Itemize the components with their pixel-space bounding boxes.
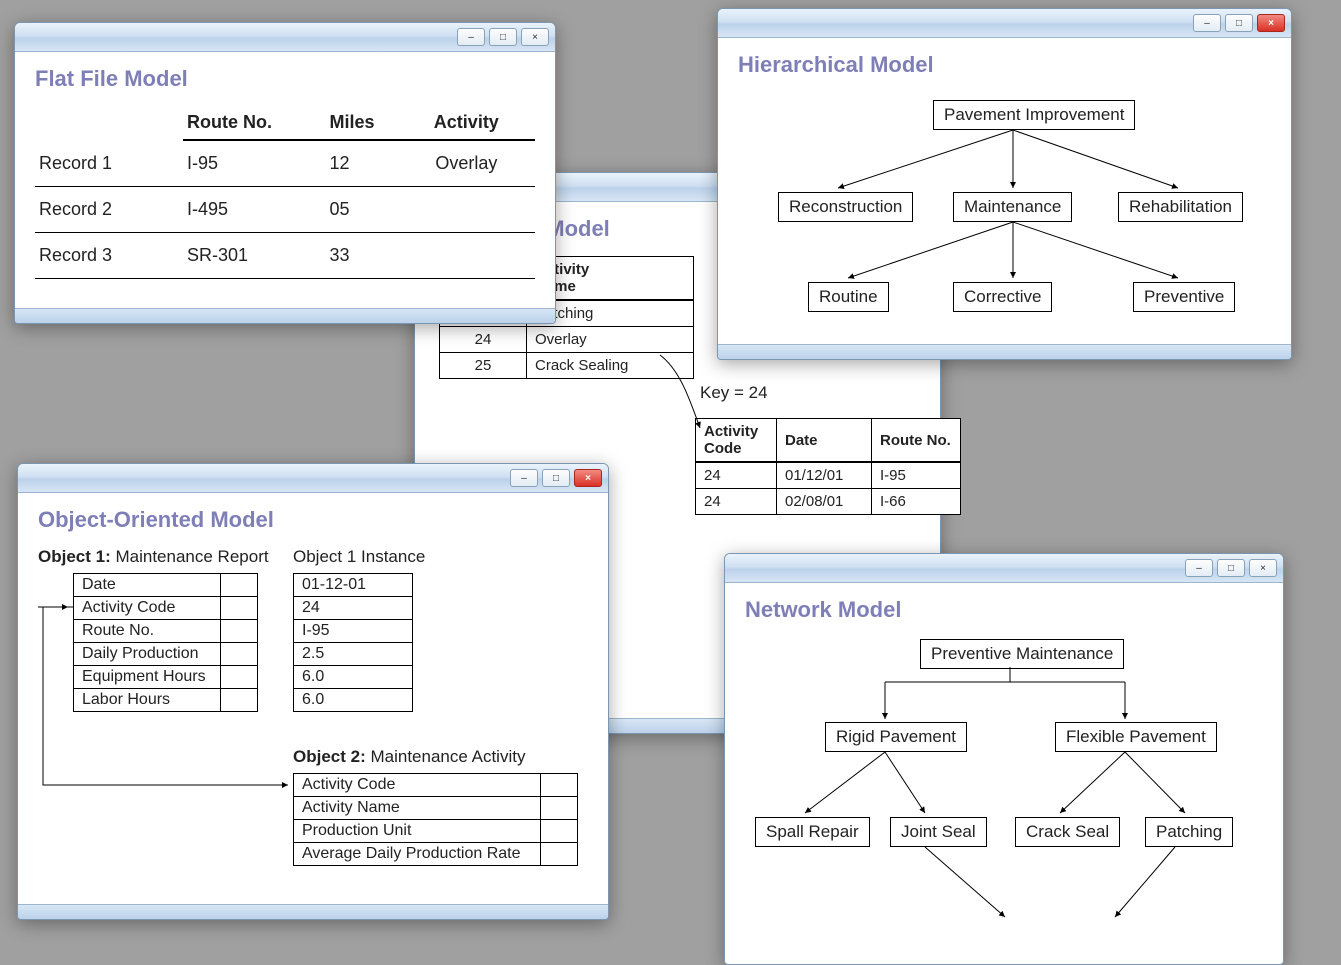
obj1-label: Object 1: [38, 547, 111, 566]
minimize-button[interactable]: – [1185, 559, 1213, 577]
flat-file-table: Route No. Miles Activity Record 1I-9512O… [35, 106, 535, 279]
maximize-button[interactable]: □ [1217, 559, 1245, 577]
table-row: Record 2I-49505 [35, 187, 535, 233]
hier-node: Corrective [953, 282, 1052, 312]
close-button[interactable]: × [1257, 14, 1285, 32]
window-title: Object-Oriented Model [38, 507, 588, 533]
net-node: Flexible Pavement [1055, 722, 1217, 752]
hier-node: Maintenance [953, 192, 1072, 222]
oo-instance-table: 01-12-01 24 I-95 2.5 6.0 6.0 [293, 573, 413, 712]
hier-node: Preventive [1133, 282, 1235, 312]
window-object-oriented: – □ × Object-Oriented Model Object 1: Ma… [17, 463, 609, 920]
col-route-no: Route No. [183, 106, 326, 140]
close-button[interactable]: × [521, 28, 549, 46]
window-title: Flat File Model [35, 66, 535, 92]
col-miles: Miles [326, 106, 418, 140]
window-bottom-bar [18, 904, 608, 919]
window-bottom-bar [718, 344, 1291, 359]
table-row: Record 3SR-30133 [35, 233, 535, 279]
window-hierarchical: – □ × Hierarchical Model Pavement Improv… [717, 8, 1292, 360]
net-node: Crack Seal [1015, 817, 1120, 847]
table-row: Record 1I-9512Overlay [35, 140, 535, 187]
table-row: 2401/12/01I-95 [696, 462, 961, 489]
col-activity-code: Activity Code [696, 419, 777, 463]
net-node-root: Preventive Maintenance [920, 639, 1124, 669]
minimize-button[interactable]: – [457, 28, 485, 46]
oo-schema2-table: Activity Code Activity Name Production U… [293, 773, 578, 866]
hier-node: Routine [808, 282, 889, 312]
net-node: Joint Seal [890, 817, 987, 847]
col-activity: Activity [418, 106, 535, 140]
net-node: Rigid Pavement [825, 722, 967, 752]
window-title: Network Model [745, 597, 1263, 623]
titlebar: – □ × [15, 23, 555, 52]
window-network: – □ × Network Model Preventive Maintenan… [724, 553, 1284, 965]
close-button[interactable]: × [574, 469, 602, 487]
oo-schema-table: Date Activity Code Route No. Daily Produ… [73, 573, 258, 712]
instance-label: Object 1 Instance [293, 547, 425, 567]
obj2-label: Object 2: [293, 747, 366, 766]
net-node: Spall Repair [755, 817, 870, 847]
titlebar: – □ × [725, 554, 1283, 583]
minimize-button[interactable]: – [1193, 14, 1221, 32]
hier-node: Reconstruction [778, 192, 913, 222]
table-row: 2402/08/01I-66 [696, 489, 961, 515]
window-title: Hierarchical Model [738, 52, 1271, 78]
close-button[interactable]: × [1249, 559, 1277, 577]
hier-node: Rehabilitation [1118, 192, 1243, 222]
titlebar: – □ × [718, 9, 1291, 38]
net-node: Patching [1145, 817, 1233, 847]
table-row: 25Crack Sealing [440, 353, 694, 379]
relational-table-records: Activity Code Date Route No. 2401/12/01I… [695, 418, 961, 515]
maximize-button[interactable]: □ [542, 469, 570, 487]
titlebar: – □ × [18, 464, 608, 493]
hier-node-root: Pavement Improvement [933, 100, 1135, 130]
window-flat-file: – □ × Flat File Model Route No. Miles Ac… [14, 22, 556, 324]
table-row: 24Overlay [440, 327, 694, 353]
window-bottom-bar [15, 308, 555, 323]
col-route-no: Route No. [872, 419, 961, 463]
maximize-button[interactable]: □ [489, 28, 517, 46]
relational-key-label: Key = 24 [700, 383, 768, 403]
maximize-button[interactable]: □ [1225, 14, 1253, 32]
col-date: Date [777, 419, 872, 463]
minimize-button[interactable]: – [510, 469, 538, 487]
